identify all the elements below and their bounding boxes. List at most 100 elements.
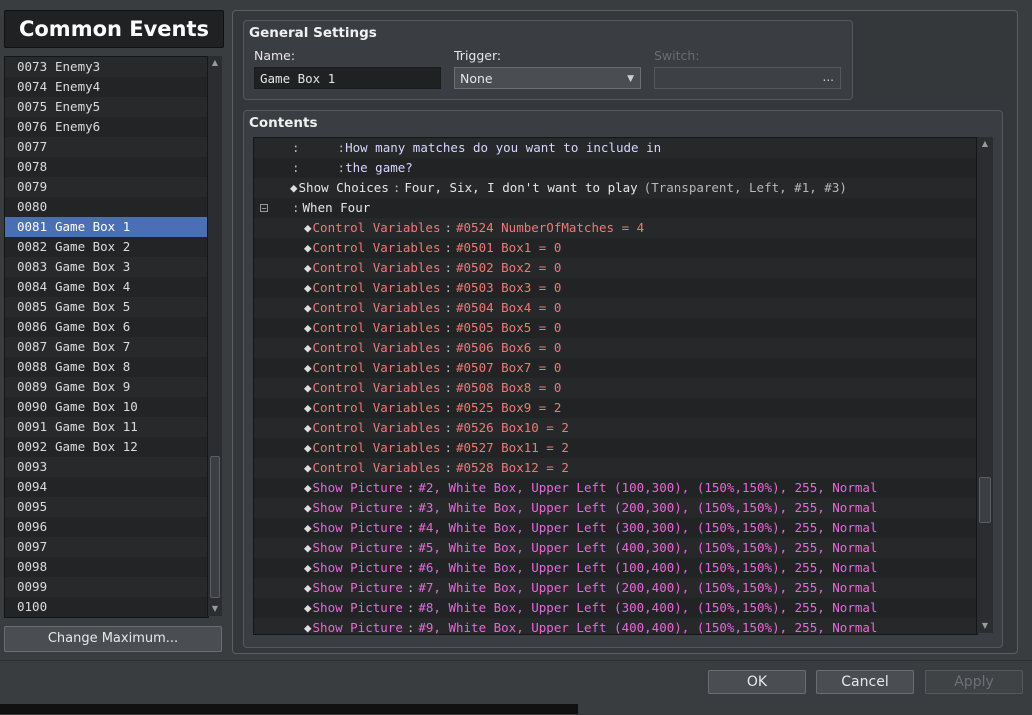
scroll-down-arrow-icon[interactable]: ▼ (208, 602, 222, 616)
command-colon: : (406, 520, 415, 535)
event-list-item[interactable]: 0088 Game Box 8 (5, 357, 208, 377)
event-command-list[interactable]: :: How many matches do you want to includ… (253, 137, 978, 635)
event-id: 0076 (17, 119, 48, 134)
change-maximum-button[interactable]: Change Maximum... (4, 626, 222, 652)
command-name: Show Picture (312, 580, 403, 595)
command-params: #0505 Box5 = 0 (456, 320, 562, 335)
event-list-item[interactable]: 0096 (5, 517, 208, 537)
command-row[interactable]: ◆Show Picture: #5, White Box, Upper Left … (254, 538, 977, 558)
event-name: Game Box 10 (55, 399, 138, 414)
command-row[interactable]: ◆Show Picture: #9, White Box, Upper Left … (254, 618, 977, 634)
event-list-item[interactable]: 0099 (5, 577, 208, 597)
event-list-item[interactable]: 0097 (5, 537, 208, 557)
command-row[interactable]: ◆Control Variables: #0502 Box2 = 0 (254, 258, 977, 278)
event-list-scrollbar[interactable]: ▲ ▼ (207, 56, 222, 616)
command-row[interactable]: ◆Control Variables: #0505 Box5 = 0 (254, 318, 977, 338)
command-row[interactable]: ◆Control Variables: #0528 Box12 = 2 (254, 458, 977, 478)
cancel-button[interactable]: Cancel (816, 670, 914, 694)
scroll-thumb[interactable] (210, 456, 220, 598)
event-list-item[interactable]: 0092 Game Box 12 (5, 437, 208, 457)
command-name: Control Variables (312, 340, 441, 355)
command-row[interactable]: ◆Control Variables: #0526 Box10 = 2 (254, 418, 977, 438)
command-row[interactable]: ◆Show Picture: #3, White Box, Upper Left … (254, 498, 977, 518)
command-row[interactable]: ◆Control Variables: #0524 NumberOfMatches… (254, 218, 977, 238)
common-events-title: Common Events (4, 10, 224, 48)
command-name: Control Variables (312, 380, 441, 395)
event-list-item[interactable]: 0095 (5, 497, 208, 517)
command-row[interactable]: −: When Four (254, 198, 977, 218)
collapse-toggle-icon[interactable]: − (260, 204, 268, 213)
chevron-down-icon: ▼ (627, 74, 634, 84)
command-colon: : (444, 260, 452, 275)
command-row[interactable]: ◆Control Variables: #0506 Box6 = 0 (254, 338, 977, 358)
event-list-item[interactable]: 0077 (5, 137, 208, 157)
event-list-item[interactable]: 0075 Enemy5 (5, 97, 208, 117)
command-colon: : (444, 420, 452, 435)
event-list-item[interactable]: 0074 Enemy4 (5, 77, 208, 97)
event-list-item[interactable]: 0073 Enemy3 (5, 57, 208, 77)
scroll-down-arrow-icon[interactable]: ▼ (977, 619, 993, 633)
event-list-item[interactable]: 0082 Game Box 2 (5, 237, 208, 257)
event-list-item[interactable]: 0081 Game Box 1 (5, 217, 208, 237)
command-row[interactable]: ::the game? (254, 158, 977, 178)
text-continuation-colon: : (292, 160, 300, 175)
command-row[interactable]: ◆Show Picture: #2, White Box, Upper Left … (254, 478, 977, 498)
event-list-item[interactable]: 0098 (5, 557, 208, 577)
event-list-item[interactable]: 0093 (5, 457, 208, 477)
event-list-item[interactable]: 0076 Enemy6 (5, 117, 208, 137)
command-row[interactable]: ◆Show Picture: #4, White Box, Upper Left … (254, 518, 977, 538)
command-name: Control Variables (312, 440, 441, 455)
event-list-item[interactable]: 0078 (5, 157, 208, 177)
message-text: How many matches do you want to include … (345, 140, 662, 155)
event-list-item[interactable]: 0100 (5, 597, 208, 617)
scroll-thumb[interactable] (979, 477, 991, 523)
diamond-bullet-icon: ◆ (304, 320, 312, 335)
event-list-item[interactable]: 0086 Game Box 6 (5, 317, 208, 337)
command-row[interactable]: ◆Control Variables: #0527 Box11 = 2 (254, 438, 977, 458)
command-row[interactable]: ◆Show Picture: #7, White Box, Upper Left … (254, 578, 977, 598)
command-row[interactable]: ◆Control Variables: #0504 Box4 = 0 (254, 298, 977, 318)
event-list-item[interactable]: 0079 (5, 177, 208, 197)
event-list-item[interactable]: 0084 Game Box 4 (5, 277, 208, 297)
command-row[interactable]: ::How many matches do you want to includ… (254, 138, 977, 158)
command-extra: (Transparent, Left, #1, #3) (643, 180, 847, 195)
message-text: the game? (345, 160, 413, 175)
diamond-bullet-icon: ◆ (304, 460, 312, 475)
event-list-item[interactable]: 0080 (5, 197, 208, 217)
command-row[interactable]: ◆Control Variables: #0503 Box3 = 0 (254, 278, 977, 298)
command-row[interactable]: ◆Show Picture: #8, White Box, Upper Left … (254, 598, 977, 618)
command-row[interactable]: ◆Control Variables: #0508 Box8 = 0 (254, 378, 977, 398)
name-input[interactable]: Game Box 1 (254, 67, 441, 89)
common-events-list[interactable]: 0073 Enemy3 0074 Enemy4 0075 Enemy5 0076 Enemy6… (4, 56, 209, 618)
ok-button[interactable]: OK (708, 670, 806, 694)
command-row[interactable]: ◆Control Variables: #0525 Box9 = 2 (254, 398, 977, 418)
command-params: #0501 Box1 = 0 (456, 240, 562, 255)
event-list-item[interactable]: 0091 Game Box 11 (5, 417, 208, 437)
command-row[interactable]: ◆Control Variables: #0501 Box1 = 0 (254, 238, 977, 258)
command-colon: : (406, 560, 415, 575)
event-id: 0095 (17, 499, 48, 514)
command-list-scrollbar[interactable]: ▲ ▼ (976, 137, 993, 633)
diamond-bullet-icon: ◆ (304, 580, 312, 595)
command-row[interactable]: ◆Show Choices: Four, Six, I don't want to… (254, 178, 977, 198)
command-params: #0527 Box11 = 2 (456, 440, 569, 455)
event-id: 0100 (17, 599, 48, 614)
event-name: Game Box 3 (55, 259, 131, 274)
event-list-item[interactable]: 0089 Game Box 9 (5, 377, 208, 397)
command-params: #0525 Box9 = 2 (456, 400, 562, 415)
diamond-bullet-icon: ◆ (304, 340, 312, 355)
event-list-item[interactable]: 0094 (5, 477, 208, 497)
trigger-dropdown[interactable]: None ▼ (454, 67, 641, 89)
event-list-item[interactable]: 0087 Game Box 7 (5, 337, 208, 357)
event-list-item[interactable]: 0083 Game Box 3 (5, 257, 208, 277)
scroll-up-arrow-icon[interactable]: ▲ (977, 137, 993, 151)
event-list-item[interactable]: 0090 Game Box 10 (5, 397, 208, 417)
command-row[interactable]: ◆Show Picture: #6, White Box, Upper Left … (254, 558, 977, 578)
event-list-item[interactable]: 0085 Game Box 5 (5, 297, 208, 317)
event-id: 0089 (17, 379, 48, 394)
command-name: Control Variables (312, 220, 441, 235)
scroll-up-arrow-icon[interactable]: ▲ (208, 56, 222, 70)
diamond-bullet-icon: ◆ (304, 420, 312, 435)
command-params: #0502 Box2 = 0 (456, 260, 562, 275)
command-row[interactable]: ◆Control Variables: #0507 Box7 = 0 (254, 358, 977, 378)
